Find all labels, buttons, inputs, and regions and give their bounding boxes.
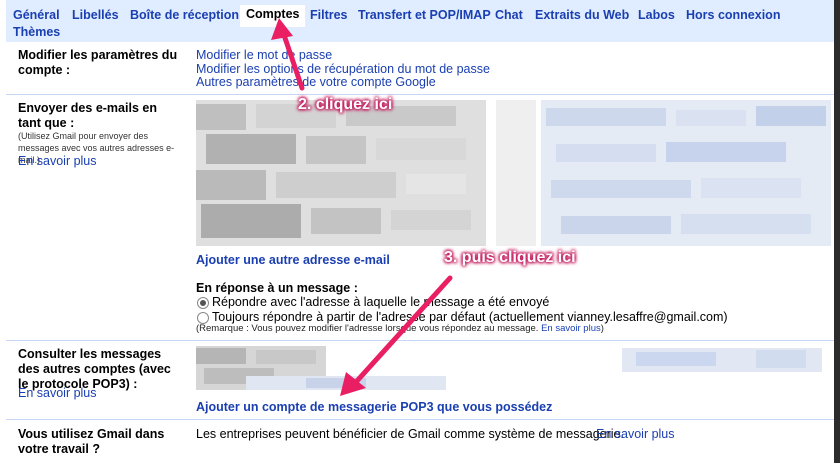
window-edge (834, 0, 840, 463)
arrow-step2-head (271, 18, 293, 40)
annotation-arrows (271, 18, 453, 396)
gmail-settings-frame: Général Libellés Boîte de réception Comp… (0, 0, 840, 463)
annotation-step3: 3. puis cliquez ici (444, 249, 576, 266)
arrow-step3-line (353, 275, 453, 385)
annotation-step2: 2. cliquez ici (298, 96, 393, 113)
arrow-step2-line (280, 29, 305, 91)
